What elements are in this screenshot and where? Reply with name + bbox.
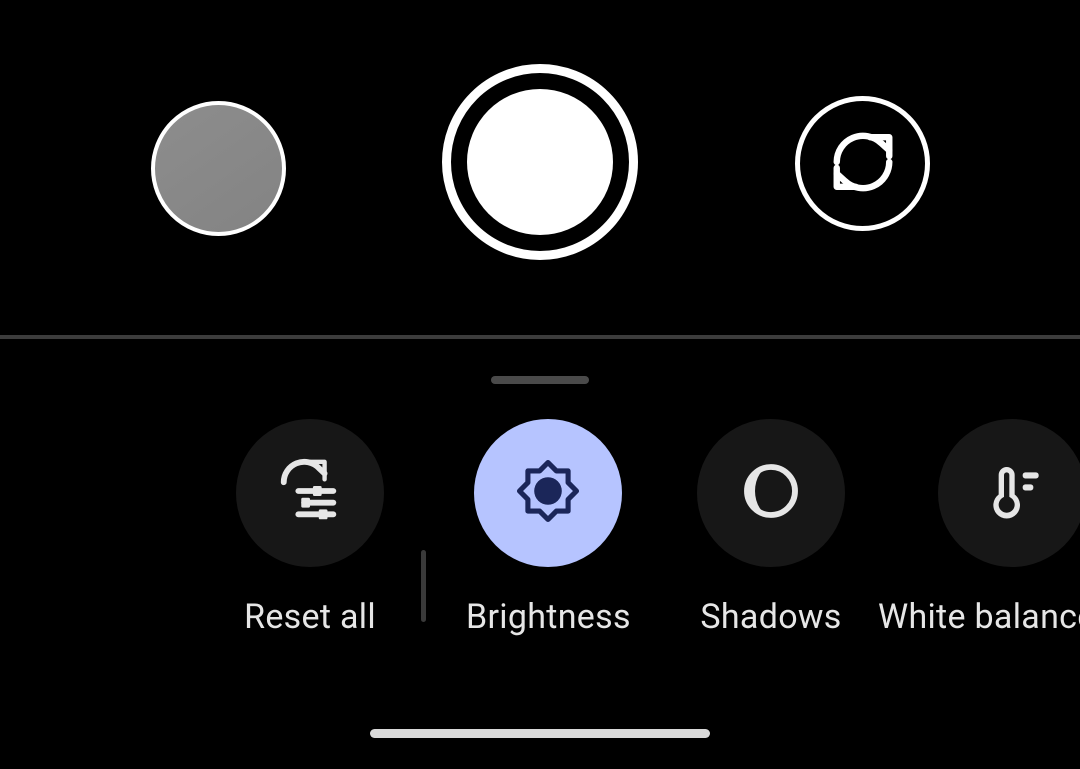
- tool-white-balance[interactable]: White balance: [928, 419, 1080, 637]
- shadows-icon: [739, 459, 803, 527]
- adjustment-tools-row: Reset all Brightness: [0, 419, 1080, 619]
- thermometer-icon: [980, 459, 1044, 527]
- switch-camera-button[interactable]: [795, 96, 930, 231]
- tool-label: White balance: [878, 597, 1080, 637]
- tool-reset-all[interactable]: Reset all: [236, 419, 384, 637]
- tool-brightness[interactable]: Brightness: [466, 419, 631, 637]
- shutter-inner: [467, 89, 613, 235]
- tool-divider: [421, 550, 426, 622]
- shutter-button[interactable]: [442, 64, 638, 260]
- adjustments-panel: Reset all Brightness: [0, 339, 1080, 769]
- tool-shadows[interactable]: Shadows: [697, 419, 845, 637]
- switch-camera-icon: [828, 127, 898, 201]
- brightness-icon: [512, 455, 584, 531]
- gallery-thumbnail[interactable]: [151, 101, 286, 236]
- home-indicator[interactable]: [370, 729, 710, 738]
- panel-drag-handle[interactable]: [491, 376, 589, 384]
- tool-label: Brightness: [466, 597, 631, 637]
- camera-top-bar: [0, 0, 1080, 339]
- tool-label: Reset all: [236, 597, 384, 637]
- reset-sliders-icon: [275, 456, 345, 530]
- tool-label: Shadows: [697, 597, 845, 637]
